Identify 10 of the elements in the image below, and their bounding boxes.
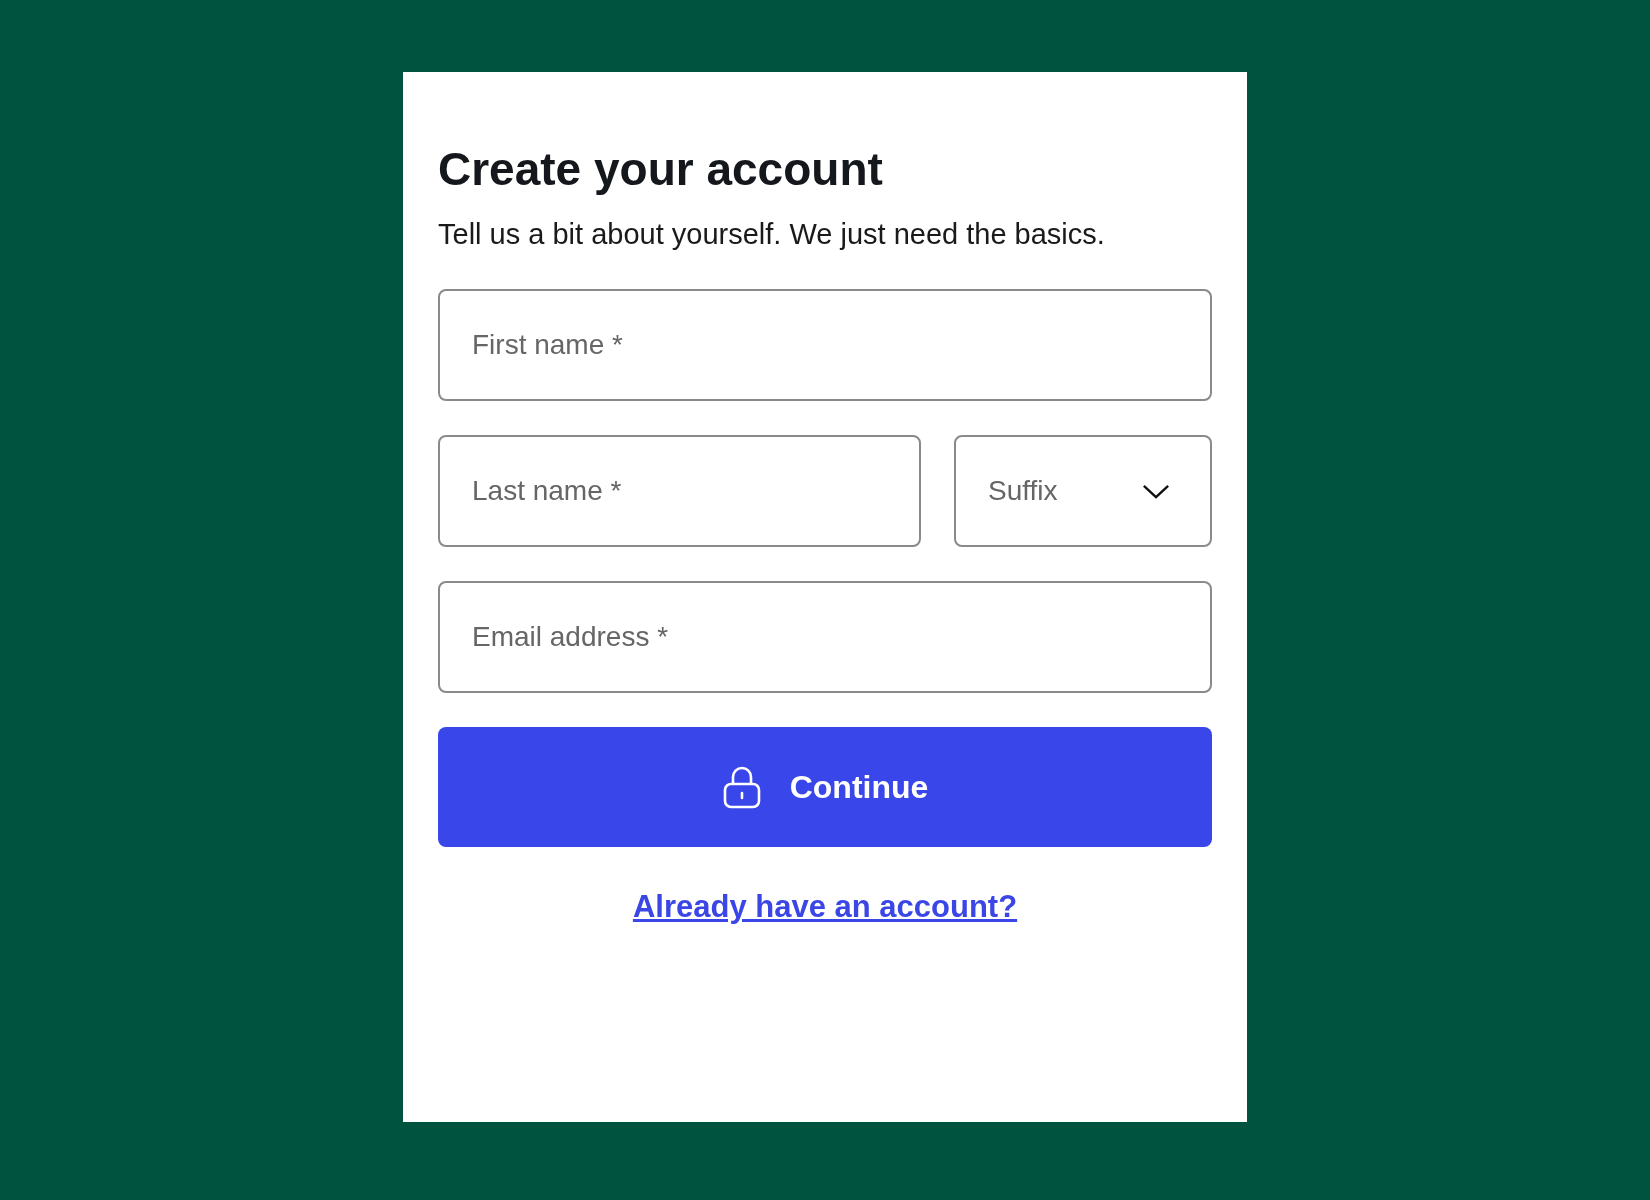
sign-in-link[interactable]: Already have an account? xyxy=(632,889,1018,925)
form-subtitle: Tell us a bit about yourself. We just need the basics. xyxy=(438,218,1106,251)
continue-button[interactable]: Continue xyxy=(438,727,1212,847)
suffix-dropdown[interactable]: Suffix xyxy=(954,435,1212,547)
input-field[interactable]: Email address * xyxy=(438,581,1212,693)
chevron-down-icon xyxy=(1142,482,1170,500)
input-field[interactable]: First name * xyxy=(438,289,1212,401)
lock-icon xyxy=(721,765,762,809)
input-field[interactable]: Last name * xyxy=(438,435,921,547)
form-title: Create your account xyxy=(438,142,884,196)
